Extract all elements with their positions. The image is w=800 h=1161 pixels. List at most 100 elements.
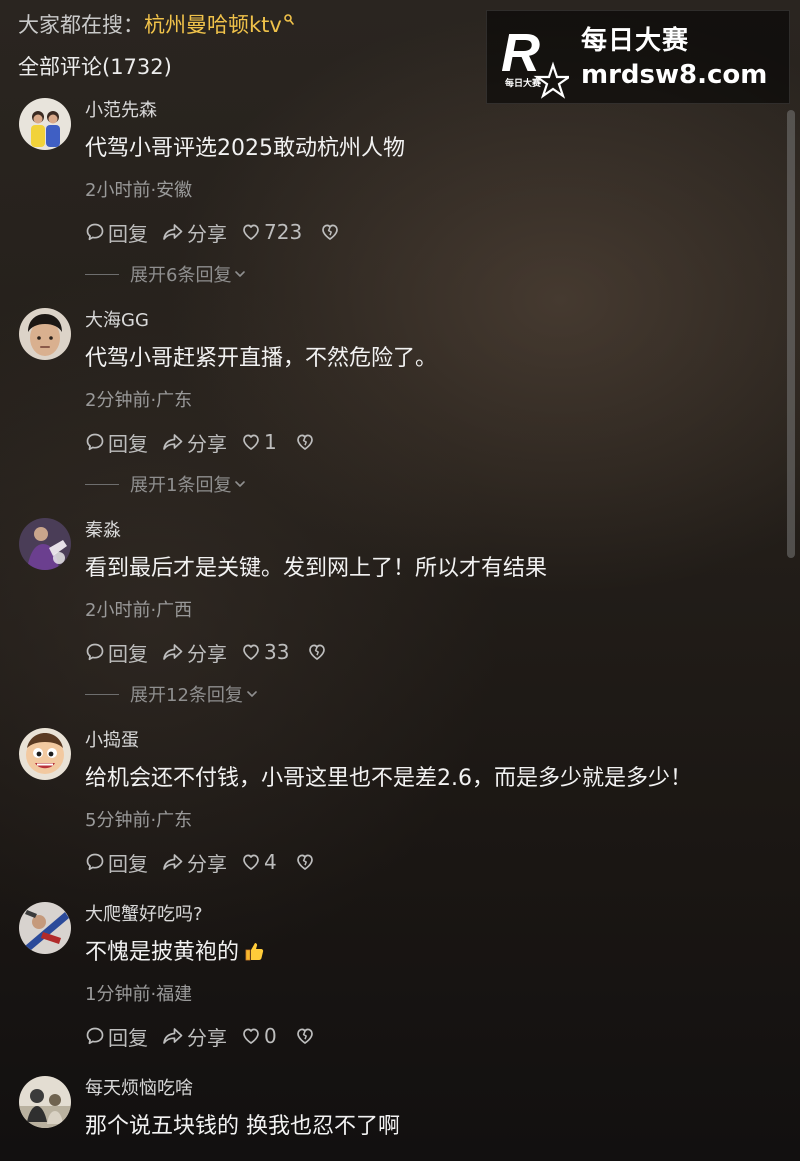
share-button[interactable]: 分享 (162, 1022, 227, 1051)
scrollbar-thumb[interactable] (787, 110, 795, 558)
comment-actions: 回复 分享 1 (85, 428, 332, 456)
trending-search-hint: 大家都在搜：杭州曼哈顿ktv (18, 10, 294, 40)
broken-heart-icon (296, 854, 313, 870)
speech-bubble-icon (86, 853, 104, 871)
share-button[interactable]: 分享 (162, 848, 227, 877)
share-label: 分享 (187, 221, 227, 246)
chevron-down-icon (235, 481, 246, 487)
heart-icon (243, 644, 259, 660)
scrollbar[interactable] (787, 110, 795, 1150)
comment-actions: 回复 分享 33 (85, 638, 344, 666)
like-count: 33 (264, 640, 290, 664)
avatar[interactable] (19, 1076, 71, 1128)
svg-text:R: R (501, 23, 540, 83)
like-button[interactable]: 0 (241, 1024, 277, 1048)
reply-label: 回复 (108, 221, 148, 246)
like-button[interactable]: 1 (241, 430, 277, 454)
avatar[interactable] (19, 902, 71, 954)
expand-replies[interactable]: 展开12条回复 (85, 681, 259, 707)
dislike-button[interactable] (295, 432, 318, 452)
avatar[interactable] (19, 98, 71, 150)
share-arrow-icon (163, 854, 183, 870)
username[interactable]: 大海GG (85, 308, 149, 334)
expand-divider (85, 693, 119, 695)
reply-button[interactable]: 回复 (85, 848, 148, 877)
comment-meta: 1分钟前·福建 (85, 984, 193, 1005)
comment-text: 不愧是披黄袍的 (85, 936, 265, 970)
reply-label: 回复 (108, 851, 148, 876)
reply-button[interactable]: 回复 (85, 638, 148, 667)
broken-heart-icon (296, 1028, 313, 1044)
heart-icon (243, 1028, 259, 1044)
share-label: 分享 (187, 851, 227, 876)
expand-replies-label: 展开6条回复 (130, 265, 232, 286)
share-arrow-icon (163, 224, 183, 240)
share-label: 分享 (187, 431, 227, 456)
chevron-down-icon (247, 691, 257, 697)
share-button[interactable]: 分享 (162, 428, 227, 457)
username[interactable]: 小范先森 (85, 98, 157, 124)
speech-bubble-icon (86, 643, 104, 661)
expand-divider (85, 483, 119, 485)
reply-label: 回复 (108, 641, 148, 666)
comment-text: 代驾小哥评选2025敢动杭州人物 (85, 136, 405, 161)
comment-text: 代驾小哥赶紧开直播，不然危险了。 (85, 346, 438, 371)
share-button[interactable]: 分享 (162, 638, 227, 667)
expand-replies-label: 展开12条回复 (130, 685, 243, 706)
like-button[interactable]: 4 (241, 850, 277, 874)
like-button[interactable]: 723 (241, 220, 302, 244)
broken-heart-icon (309, 644, 326, 660)
comment-actions: 回复 分享 4 (85, 848, 332, 876)
comments-panel: 大家都在搜：杭州曼哈顿ktv 全部评论(1732) R 每日大赛 每日大赛 mr… (0, 0, 800, 1161)
username[interactable]: 大爬蟹好吃吗? (85, 902, 203, 928)
reply-button[interactable]: 回复 (85, 428, 148, 457)
avatar[interactable] (19, 728, 71, 780)
reply-button[interactable]: 回复 (85, 218, 148, 247)
broken-heart-icon (322, 224, 339, 240)
comment-meta: 5分钟前·广东 (85, 810, 193, 831)
like-count: 1 (264, 430, 277, 454)
avatar[interactable] (19, 308, 71, 360)
expand-replies[interactable]: 展开6条回复 (85, 261, 247, 287)
reply-button[interactable]: 回复 (85, 1022, 148, 1051)
username[interactable]: 每天烦恼吃啥 (85, 1076, 193, 1102)
avatar[interactable] (19, 518, 71, 570)
search-icon[interactable] (284, 14, 294, 26)
comment-text: 给机会还不付钱，小哥这里也不是差2.6，而是多少就是多少！ (85, 766, 692, 791)
svg-text:每日大赛: 每日大赛 (505, 77, 542, 89)
comment-text: 那个说五块钱的 换我也忍不了啊 (85, 1114, 400, 1139)
username[interactable]: 小捣蛋 (85, 728, 139, 754)
comment-actions: 回复 分享 0 (85, 1022, 332, 1050)
like-button[interactable]: 33 (241, 640, 289, 664)
share-arrow-icon (163, 1028, 183, 1044)
expand-replies[interactable]: 展开1条回复 (85, 471, 247, 497)
share-button[interactable]: 分享 (162, 218, 227, 247)
share-label: 分享 (187, 1025, 227, 1050)
heart-icon (243, 434, 259, 450)
like-count: 0 (264, 1024, 277, 1048)
dislike-button[interactable] (320, 222, 343, 242)
trending-search-prefix: 大家都在搜： (18, 13, 144, 37)
watermark-logo: R 每日大赛 (501, 23, 569, 99)
dislike-button[interactable] (307, 642, 330, 662)
expand-replies-label: 展开1条回复 (130, 475, 232, 496)
dislike-button[interactable] (295, 1026, 318, 1046)
comment-actions: 回复 分享 723 (85, 218, 357, 246)
comment-text: 看到最后才是关键。发到网上了！所以才有结果 (85, 556, 548, 581)
trending-search-link[interactable]: 杭州曼哈顿ktv (144, 13, 282, 37)
comments-title: 全部评论(1732) (18, 55, 172, 79)
username[interactable]: 秦淼 (85, 518, 121, 544)
comment-meta: 2分钟前·广东 (85, 390, 193, 411)
watermark: R 每日大赛 每日大赛 mrdsw8.com (486, 10, 790, 104)
comment-meta: 2小时前·安徽 (85, 180, 193, 201)
dislike-button[interactable] (295, 852, 318, 872)
like-count: 723 (264, 220, 303, 244)
like-count: 4 (264, 850, 277, 874)
share-label: 分享 (187, 641, 227, 666)
speech-bubble-icon (86, 1027, 104, 1045)
heart-icon (243, 224, 259, 240)
reply-label: 回复 (108, 1025, 148, 1050)
watermark-url: mrdsw8.com (581, 60, 768, 90)
share-arrow-icon (163, 644, 183, 660)
speech-bubble-icon (86, 223, 104, 241)
